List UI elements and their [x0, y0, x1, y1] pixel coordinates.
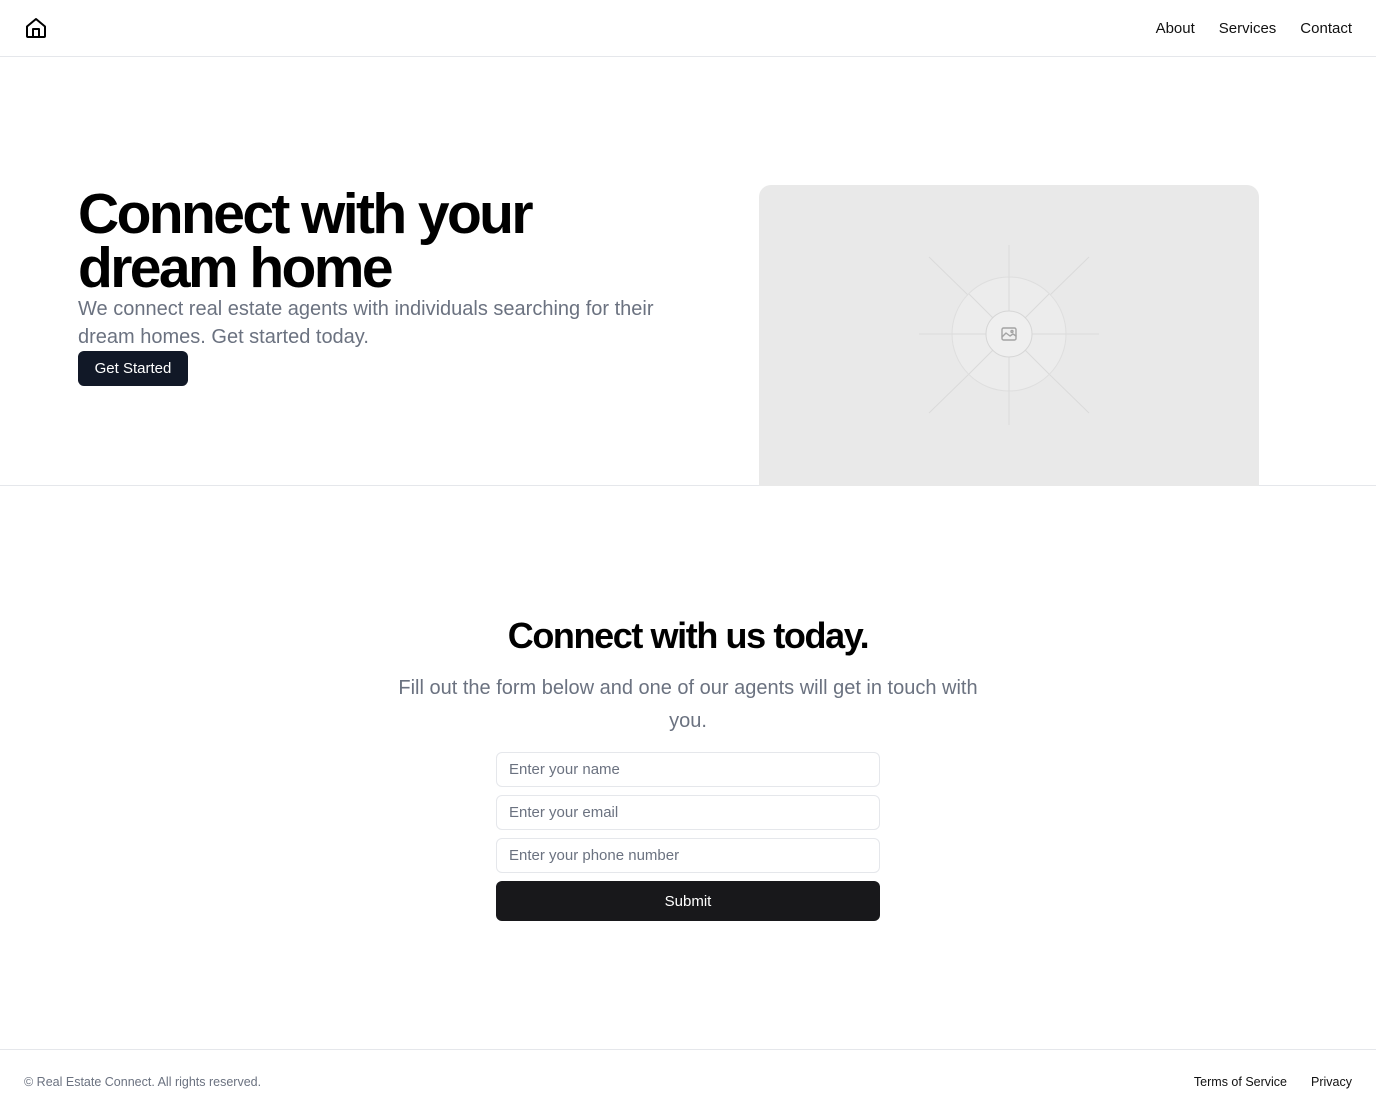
- hero-title: Connect with your dream home: [78, 182, 534, 300]
- hero-subtitle: We connect real estate agents with indiv…: [78, 298, 654, 348]
- hero-image-placeholder: [759, 185, 1259, 486]
- get-started-button[interactable]: Get Started: [78, 351, 188, 386]
- image-placeholder-icon: [919, 245, 1099, 425]
- footer-nav: Terms of Service Privacy: [1194, 1075, 1352, 1089]
- copyright-text: © Real Estate Connect. All rights reserv…: [24, 1075, 262, 1089]
- contact-section: Connect with us today. Fill out the form…: [0, 486, 1376, 1049]
- footer-link-privacy[interactable]: Privacy: [1311, 1075, 1352, 1089]
- submit-button[interactable]: Submit: [496, 881, 880, 921]
- nav-link-services[interactable]: Services: [1219, 20, 1277, 37]
- phone-field[interactable]: [496, 838, 880, 873]
- footer-link-terms[interactable]: Terms of Service: [1194, 1075, 1287, 1089]
- top-nav: About Services Contact: [1156, 20, 1352, 37]
- email-field[interactable]: [496, 795, 880, 830]
- nav-link-about[interactable]: About: [1156, 20, 1195, 37]
- nav-link-contact[interactable]: Contact: [1300, 20, 1352, 37]
- hero-section: Connect with your dream home We connect …: [0, 57, 1376, 486]
- contact-title: Connect with us today.: [507, 615, 870, 656]
- contact-subtitle: Fill out the form below and one of our a…: [398, 677, 978, 732]
- home-icon[interactable]: [24, 16, 48, 40]
- site-header: About Services Contact: [0, 0, 1376, 57]
- name-field[interactable]: [496, 752, 880, 787]
- site-footer: © Real Estate Connect. All rights reserv…: [0, 1049, 1376, 1114]
